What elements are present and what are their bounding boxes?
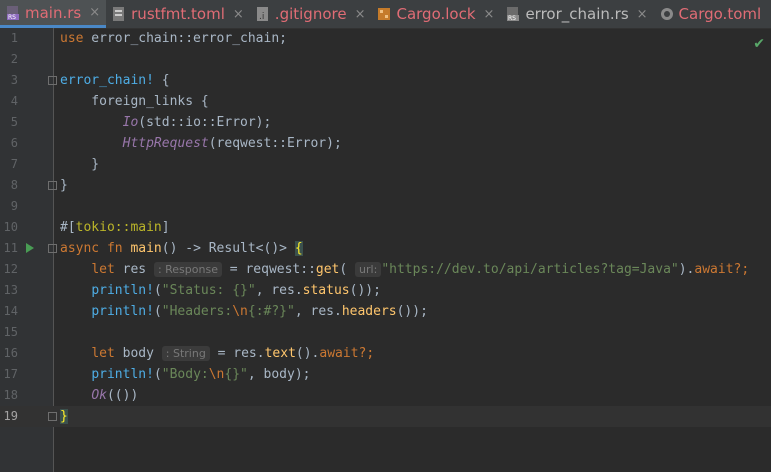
code-text: HttpRequest(reqwest::Error); bbox=[122, 136, 342, 151]
fold-icon[interactable] bbox=[48, 76, 57, 85]
code-text: println!("Body:\n{}", body); bbox=[91, 367, 311, 382]
tab-cargo-lock[interactable]: Cargo.lock × bbox=[371, 0, 500, 28]
code-line: 8 } bbox=[0, 175, 771, 196]
rust-file-icon: RS bbox=[6, 5, 20, 21]
code-text: foreign_links { bbox=[60, 94, 209, 109]
code-text: error_chain! { bbox=[60, 73, 170, 88]
type-hint: : Response bbox=[153, 262, 222, 277]
code-line: 10 #[tokio::main] bbox=[0, 217, 771, 238]
toml-file-icon bbox=[112, 6, 126, 22]
close-icon[interactable]: × bbox=[233, 7, 244, 22]
line-number: 9 bbox=[10, 199, 18, 213]
line-number: 19 bbox=[3, 409, 18, 423]
line-number: 4 bbox=[10, 94, 18, 108]
fold-icon[interactable] bbox=[48, 244, 57, 253]
code-line: 18 Ok(()) bbox=[0, 385, 771, 406]
code-text: async fn main() -> Result<()> { bbox=[60, 241, 303, 256]
tab-error-chain-rs[interactable]: RS error_chain.rs × bbox=[500, 0, 653, 28]
svg-text:RS: RS bbox=[508, 15, 516, 22]
tab-label: .gitignore bbox=[274, 5, 347, 23]
code-line: 6 HttpRequest(reqwest::Error); bbox=[0, 133, 771, 154]
line-number: 15 bbox=[3, 325, 18, 339]
svg-text:.i: .i bbox=[259, 12, 264, 22]
code-text: println!("Headers:\n{:#?}", res.headers(… bbox=[91, 304, 428, 319]
code-line: 3 error_chain! { bbox=[0, 70, 771, 91]
tab-label: Cargo.lock bbox=[396, 5, 476, 23]
fold-icon[interactable] bbox=[48, 412, 57, 421]
code-line: 9 bbox=[0, 196, 771, 217]
code-line: 11 async fn main() -> Result<()> { bbox=[0, 238, 771, 259]
code-line: 12 let res : Response = reqwest::get( ur… bbox=[0, 259, 771, 280]
code-text: use error_chain::error_chain; bbox=[60, 31, 287, 46]
line-number: 5 bbox=[10, 115, 18, 129]
close-icon[interactable]: × bbox=[89, 5, 100, 20]
rust-file-icon: RS bbox=[506, 6, 520, 22]
tab-label: error_chain.rs bbox=[525, 5, 629, 23]
code-text: let res : Response = reqwest::get( url: "… bbox=[91, 262, 750, 277]
code-line: 13 println!("Status: {}", res.status()); bbox=[0, 280, 771, 301]
code-text: #[tokio::main] bbox=[60, 220, 170, 235]
line-number: 16 bbox=[3, 346, 18, 360]
code-line: 2 bbox=[0, 49, 771, 70]
code-text: println!("Status: {}", res.status()); bbox=[91, 283, 381, 298]
tab-gitignore[interactable]: .i .gitignore × bbox=[250, 0, 372, 28]
code-text: Io(std::io::Error); bbox=[122, 115, 272, 130]
tab-cargo-toml[interactable]: Cargo.toml × bbox=[654, 0, 771, 28]
line-number: 18 bbox=[3, 388, 18, 402]
tab-label: rustfmt.toml bbox=[131, 5, 225, 23]
fold-icon[interactable] bbox=[48, 181, 57, 190]
line-number: 8 bbox=[10, 178, 18, 192]
line-number: 13 bbox=[3, 283, 18, 297]
code-line: 16 let body : String = res.text().await?… bbox=[0, 343, 771, 364]
svg-text:RS: RS bbox=[8, 14, 16, 21]
close-icon[interactable]: × bbox=[484, 7, 495, 22]
toml-file-icon bbox=[660, 6, 674, 22]
code-text: } bbox=[60, 157, 100, 172]
code-line: 5 Io(std::io::Error); bbox=[0, 112, 771, 133]
code-text: } bbox=[60, 409, 68, 424]
code-text: Ok(()) bbox=[91, 388, 139, 403]
code-line: 4 foreign_links { bbox=[0, 91, 771, 112]
code-line: 17 println!("Body:\n{}", body); bbox=[0, 364, 771, 385]
close-icon[interactable]: × bbox=[355, 7, 366, 22]
tab-label: main.rs bbox=[25, 3, 82, 22]
code-editor[interactable]: ✔ 1 use error_chain::error_chain; 2 3 er… bbox=[0, 28, 771, 472]
line-number: 10 bbox=[3, 220, 18, 234]
code-line: 1 use error_chain::error_chain; bbox=[0, 28, 771, 49]
line-number: 6 bbox=[10, 136, 18, 150]
close-icon[interactable]: × bbox=[637, 7, 648, 22]
line-number: 3 bbox=[10, 73, 18, 87]
code-line: 14 println!("Headers:\n{:#?}", res.heade… bbox=[0, 301, 771, 322]
type-hint: : String bbox=[161, 346, 210, 361]
line-number: 12 bbox=[3, 262, 18, 276]
line-number: 7 bbox=[10, 157, 18, 171]
code-line: 15 bbox=[0, 322, 771, 343]
line-number: 14 bbox=[3, 304, 18, 318]
cargo-file-icon bbox=[377, 6, 391, 22]
code-text: let body : String = res.text().await?; bbox=[91, 346, 375, 361]
code-line: 7 } bbox=[0, 154, 771, 175]
line-number: 11 bbox=[3, 241, 18, 255]
code-text: } bbox=[60, 178, 68, 193]
code-line-current: 19 } bbox=[0, 406, 771, 427]
run-icon[interactable] bbox=[26, 243, 34, 253]
tab-rustfmt-toml[interactable]: rustfmt.toml × bbox=[106, 0, 250, 28]
tab-main-rs[interactable]: RS main.rs × bbox=[0, 0, 107, 28]
param-hint: url: bbox=[355, 262, 382, 277]
line-number: 2 bbox=[10, 52, 18, 66]
line-number: 1 bbox=[10, 31, 18, 45]
line-number: 17 bbox=[3, 367, 18, 381]
editor-tab-bar: RS main.rs × rustfmt.toml × .i .gitignor… bbox=[0, 0, 771, 29]
tab-label: Cargo.toml bbox=[678, 5, 762, 23]
ignore-file-icon: .i bbox=[256, 6, 270, 22]
